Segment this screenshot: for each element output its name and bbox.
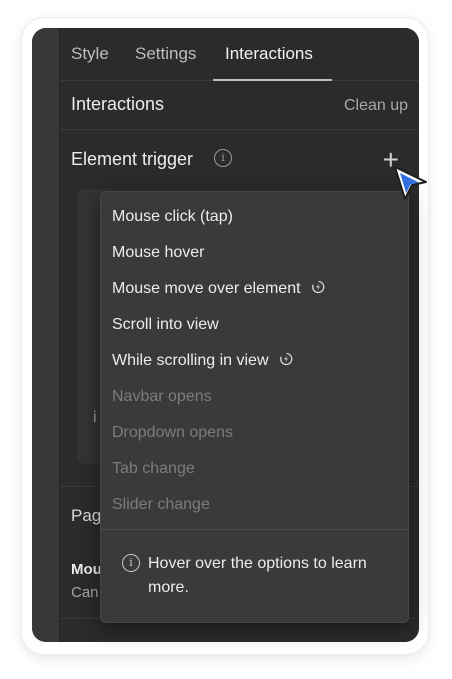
element-trigger-title: Element trigger — [71, 149, 194, 169]
menu-item-label: Navbar opens — [112, 388, 212, 405]
page-trigger-item-sublabel: Can — [71, 584, 99, 601]
menu-item-label: Scroll into view — [112, 316, 219, 333]
menu-item-label: While scrolling in view — [112, 352, 269, 369]
menu-item-label: Dropdown opens — [112, 424, 233, 441]
info-icon[interactable]: i — [214, 149, 232, 167]
menu-item-label: Tab change — [112, 460, 195, 477]
menu-item-label: Slider change — [112, 496, 210, 513]
interactions-header: Interactions Clean up — [60, 81, 419, 130]
left-rail — [32, 28, 60, 642]
info-icon: i — [122, 554, 140, 572]
panel-tabs: Style Settings Interactions — [60, 28, 419, 81]
menu-hint-text: Hover over the options to learn more. — [148, 555, 367, 596]
menu-divider — [101, 529, 408, 530]
menu-item-label: Mouse click (tap) — [112, 208, 233, 225]
menu-item-mouse-click[interactable]: Mouse click (tap) — [112, 208, 233, 226]
menu-item-mouse-hover[interactable]: Mouse hover — [112, 244, 205, 262]
menu-item-mouse-move[interactable]: Mouse move over element — [112, 280, 325, 298]
tab-interactions[interactable]: Interactions — [225, 44, 313, 64]
tab-settings[interactable]: Settings — [135, 44, 196, 64]
menu-item-tab-change: Tab change — [112, 460, 195, 478]
page-trigger-title: Pag — [71, 506, 102, 525]
menu-item-dropdown-opens: Dropdown opens — [112, 424, 233, 442]
section-title: Interactions — [71, 94, 165, 114]
menu-item-label: Mouse hover — [112, 244, 205, 261]
menu-item-slider-change: Slider change — [112, 496, 210, 514]
clean-up-button[interactable]: Clean up — [344, 97, 408, 115]
trigger-dropdown-menu: Mouse click (tap) Mouse hover Mouse move… — [100, 191, 409, 623]
menu-item-navbar-opens: Navbar opens — [112, 388, 212, 406]
empty-state-text: i — [93, 409, 97, 426]
lightning-icon — [279, 352, 292, 366]
tab-style[interactable]: Style — [71, 44, 109, 64]
mouse-pointer-icon — [394, 166, 427, 200]
page-trigger-item-label: Mou — [71, 561, 102, 578]
menu-item-scroll-into-view[interactable]: Scroll into view — [112, 316, 219, 334]
menu-item-while-scrolling[interactable]: While scrolling in view — [112, 352, 293, 370]
lightning-icon — [311, 280, 324, 294]
element-trigger-row: Element trigger i + — [71, 144, 409, 175]
menu-item-label: Mouse move over element — [112, 280, 301, 297]
